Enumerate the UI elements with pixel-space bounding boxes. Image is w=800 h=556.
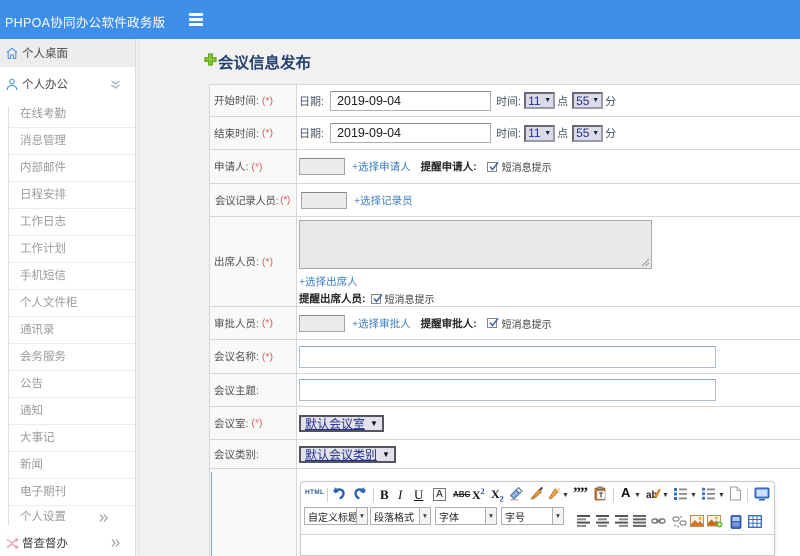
svg-text:T: T	[599, 493, 604, 500]
